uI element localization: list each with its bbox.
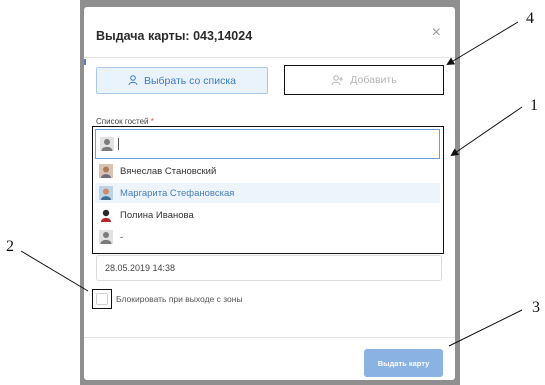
callout-arrow-1 (450, 106, 523, 157)
callout-number-4: 4 (526, 10, 534, 27)
callout-arrows (20, 21, 523, 347)
callout-arrow-2 (20, 250, 89, 292)
callout-number-2: 2 (6, 238, 14, 255)
callout-arrow-3 (448, 309, 523, 347)
callout-arrow-4 (446, 21, 519, 66)
callout-number-3: 3 (532, 299, 540, 316)
callout-number-1: 1 (530, 97, 538, 114)
